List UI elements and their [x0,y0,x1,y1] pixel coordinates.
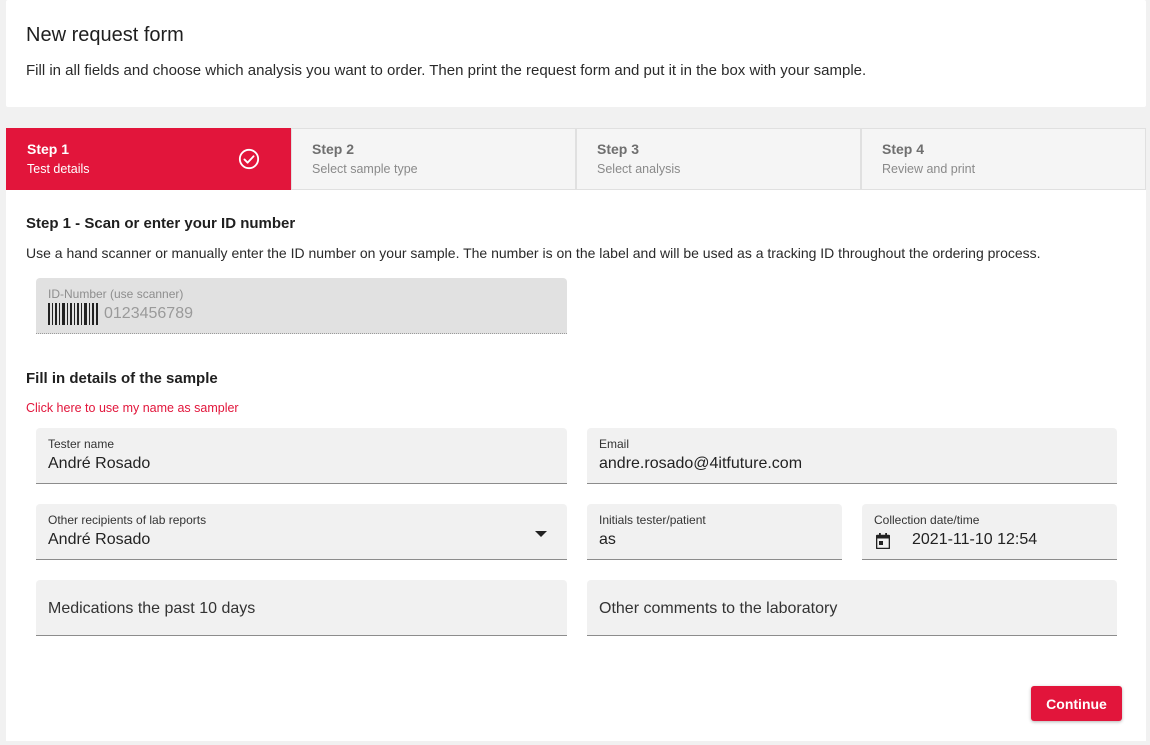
initials-label: Initials tester/patient [599,513,706,527]
sample-section-title: Fill in details of the sample [26,370,218,387]
page-title: New request form [26,24,184,46]
step-title: Step 4 [882,141,925,157]
id-section-title: Step 1 - Scan or enter your ID number [26,215,296,232]
step-3-tab[interactable]: Step 3 Select analysis [576,128,861,190]
other-recipients-label: Other recipients of lab reports [48,513,207,527]
other-recipients-value: André Rosado [48,531,151,548]
collection-date-value: 2021-11-10 12:54 [912,531,1038,548]
comments-placeholder: Other comments to the laboratory [599,600,838,617]
calendar-icon[interactable] [876,533,890,549]
continue-button[interactable]: Continue [1031,686,1122,721]
step-title: Step 2 [312,141,355,157]
barcode-icon [48,303,98,325]
header-card: New request form Fill in all fields and … [6,0,1146,107]
form-card: Step 1 Test details Step 2 Select sample… [6,128,1146,741]
email-field[interactable]: Email andre.rosado@4itfuture.com [587,428,1117,484]
id-number-field[interactable]: ID-Number (use scanner) 0123456789 [36,278,567,334]
tester-name-label: Tester name [48,437,115,451]
collection-date-field[interactable]: Collection date/time 2021-11-10 12:54 [862,504,1117,560]
step-subtitle: Select sample type [312,162,418,176]
step-title: Step 3 [597,141,640,157]
check-circle-icon [238,148,260,170]
id-number-placeholder: 0123456789 [104,305,193,322]
page-description: Fill in all fields and choose which anal… [26,62,867,79]
initials-value: as [599,531,616,548]
step-2-tab[interactable]: Step 2 Select sample type [291,128,576,190]
stepper: Step 1 Test details Step 2 Select sample… [6,128,1146,190]
id-section-description: Use a hand scanner or manually enter the… [26,245,1041,261]
step-title: Step 1 [27,141,70,157]
step-subtitle: Test details [27,162,90,176]
initials-field[interactable]: Initials tester/patient as [587,504,842,560]
email-label: Email [599,437,630,451]
comments-field[interactable]: Other comments to the laboratory [587,580,1117,636]
step-1-tab[interactable]: Step 1 Test details [6,128,291,190]
step-4-tab[interactable]: Step 4 Review and print [861,128,1146,190]
use-my-name-link[interactable]: Click here to use my name as sampler [26,401,239,415]
tester-name-field[interactable]: Tester name André Rosado [36,428,567,484]
other-recipients-select[interactable]: Other recipients of lab reports André Ro… [36,504,567,560]
medications-field[interactable]: Medications the past 10 days [36,580,567,636]
medications-placeholder: Medications the past 10 days [48,600,256,617]
collection-date-label: Collection date/time [874,513,980,527]
arrow-drop-down-icon[interactable] [535,531,547,537]
step-subtitle: Review and print [882,162,976,176]
step-subtitle: Select analysis [597,162,681,176]
id-number-label: ID-Number (use scanner) [48,287,184,301]
email-value: andre.rosado@4itfuture.com [599,455,803,472]
tester-name-value: André Rosado [48,455,151,472]
